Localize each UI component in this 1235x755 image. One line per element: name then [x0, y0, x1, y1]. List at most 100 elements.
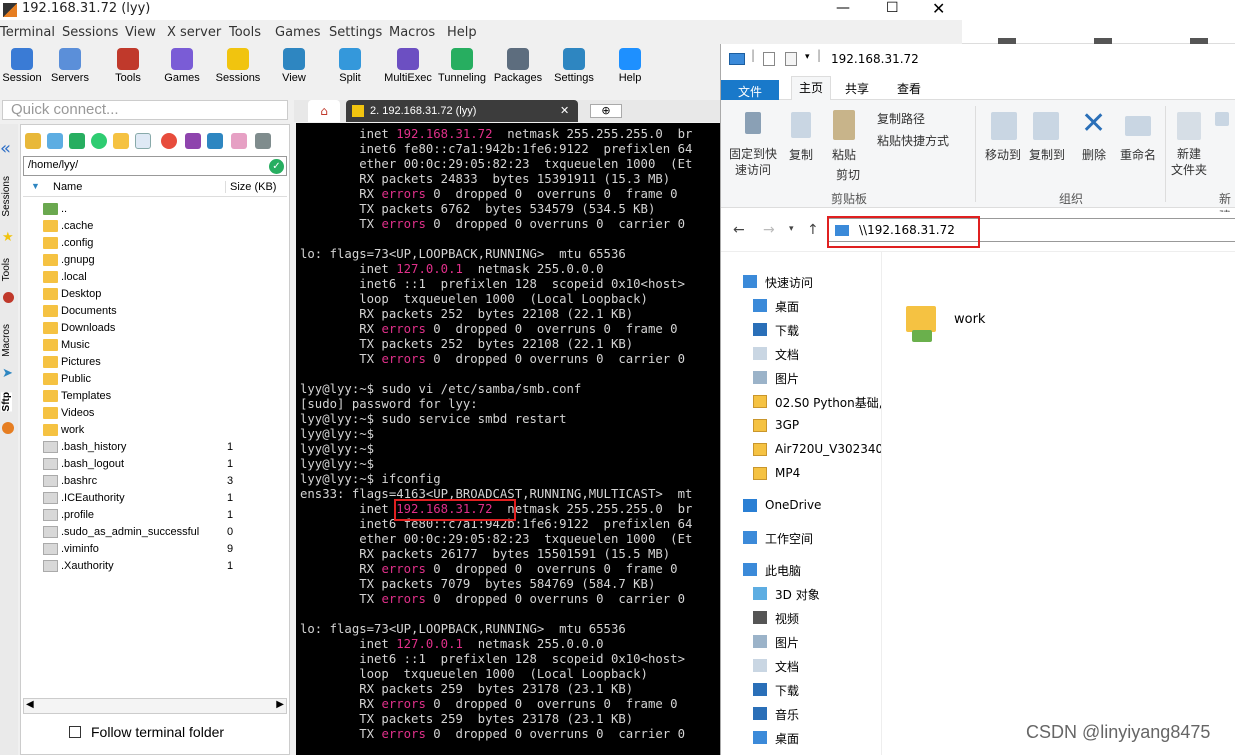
- scroll-right-icon[interactable]: ▶: [276, 699, 284, 710]
- side-tab-macros[interactable]: Macros: [1, 324, 12, 357]
- paste-shortcut-button[interactable]: 粘贴快捷方式: [877, 132, 977, 149]
- nav-item[interactable]: 3D 对象: [745, 584, 881, 604]
- recent-dropdown-icon[interactable]: ▾: [789, 224, 794, 234]
- quick-connect-input[interactable]: Quick connect...: [2, 100, 288, 120]
- toolbar-button-tools[interactable]: Tools: [100, 44, 156, 84]
- new-folder-quick-icon[interactable]: [785, 52, 797, 66]
- cut-button[interactable]: 剪切: [827, 166, 869, 183]
- delete-button[interactable]: 删除: [1077, 146, 1111, 163]
- menu-settings[interactable]: Settings: [329, 25, 382, 40]
- nav-item[interactable]: 桌面📌: [745, 296, 881, 316]
- pin-quick-access-button[interactable]: 固定到快 速访问: [727, 146, 779, 178]
- menu-terminal[interactable]: Terminal: [0, 25, 55, 40]
- ribbon-tab-share[interactable]: 共享: [845, 80, 869, 97]
- menu-games[interactable]: Games: [275, 25, 320, 40]
- list-item[interactable]: .bashrc 3: [41, 473, 287, 490]
- nav-item[interactable]: 文档📌: [745, 344, 881, 364]
- list-item[interactable]: work: [41, 422, 287, 439]
- column-name[interactable]: Name: [53, 181, 82, 193]
- toolbar-button-packages[interactable]: Packages: [490, 44, 546, 84]
- list-item[interactable]: .bash_history 1: [41, 439, 287, 456]
- move-to-button[interactable]: 移动到: [981, 146, 1025, 163]
- nav-item[interactable]: 快速访问: [735, 272, 871, 292]
- menu-sessions[interactable]: Sessions: [62, 25, 118, 40]
- maximize-button[interactable]: ☐: [886, 0, 899, 16]
- forward-arrow-icon[interactable]: →: [763, 222, 775, 238]
- menu-macros[interactable]: Macros: [389, 25, 435, 40]
- side-tab-tools[interactable]: Tools: [1, 258, 12, 281]
- tab-close-icon[interactable]: ✕: [560, 100, 569, 122]
- list-item[interactable]: .config: [41, 235, 287, 252]
- ribbon-tab-home[interactable]: 主页: [791, 76, 831, 100]
- upload-icon[interactable]: [69, 133, 85, 149]
- nav-item[interactable]: Air720U_V302340_: [745, 440, 881, 460]
- list-item[interactable]: .sudo_as_admin_successful 0: [41, 524, 287, 541]
- toolbar-button-games[interactable]: Games: [154, 44, 210, 84]
- home-tab[interactable]: ⌂: [308, 100, 340, 122]
- list-item[interactable]: .cache: [41, 218, 287, 235]
- menu-xserver[interactable]: X server: [167, 25, 221, 40]
- list-item[interactable]: Videos: [41, 405, 287, 422]
- delete-icon[interactable]: [161, 133, 177, 149]
- copy-button[interactable]: 复制: [787, 146, 815, 163]
- list-item[interactable]: Music: [41, 337, 287, 354]
- toolbar-button-multiexec[interactable]: MultiExec: [380, 44, 436, 84]
- new-file-icon[interactable]: [135, 133, 151, 149]
- nav-item[interactable]: 下载: [745, 680, 881, 700]
- toolbar-button-tunneling[interactable]: Tunneling: [434, 44, 490, 84]
- list-item[interactable]: .gnupg: [41, 252, 287, 269]
- up-arrow-icon[interactable]: ↑: [807, 222, 819, 238]
- toolbar-button-sessions[interactable]: Sessions: [210, 44, 266, 84]
- permissions-icon[interactable]: [207, 133, 223, 149]
- new-folder-icon[interactable]: [113, 133, 129, 149]
- new-folder-button[interactable]: 新建 文件夹: [1169, 146, 1209, 178]
- customize-dropdown-icon[interactable]: ▾: [805, 52, 810, 62]
- list-item[interactable]: Public: [41, 371, 287, 388]
- sftp-path-input[interactable]: /home/lyy/ ✓: [23, 156, 287, 176]
- toolbar-button-settings[interactable]: Settings: [546, 44, 602, 84]
- list-item[interactable]: .bash_logout 1: [41, 456, 287, 473]
- list-item[interactable]: Desktop: [41, 286, 287, 303]
- list-item[interactable]: Templates: [41, 388, 287, 405]
- copy-path-button[interactable]: 复制路径: [877, 110, 947, 127]
- new-tab-button[interactable]: ⊕: [590, 104, 622, 118]
- list-item[interactable]: Documents: [41, 303, 287, 320]
- column-size[interactable]: Size (KB): [225, 181, 276, 193]
- nav-item[interactable]: 3GP: [745, 416, 881, 436]
- side-tab-sftp[interactable]: Sftp: [1, 392, 12, 412]
- rename-button[interactable]: 重命名: [1115, 146, 1161, 163]
- nav-item[interactable]: 桌面: [745, 728, 881, 748]
- menu-view[interactable]: View: [125, 25, 156, 40]
- paste-button[interactable]: 粘贴: [827, 146, 861, 163]
- check-icon[interactable]: ✓: [269, 159, 284, 174]
- refresh-icon[interactable]: [91, 133, 107, 149]
- nav-item[interactable]: 此电脑: [735, 560, 871, 580]
- list-item[interactable]: ..: [41, 201, 287, 218]
- copy-to-button[interactable]: 复制到: [1025, 146, 1069, 163]
- list-item[interactable]: .ICEauthority 1: [41, 490, 287, 507]
- session-tab[interactable]: 2. 192.168.31.72 (lyy) ✕: [346, 100, 578, 122]
- ribbon-tab-view[interactable]: 查看: [897, 80, 921, 97]
- nav-item[interactable]: 图片: [745, 632, 881, 652]
- collapse-chevron-icon[interactable]: «: [0, 138, 11, 159]
- nav-item[interactable]: 工作空间: [735, 528, 871, 548]
- minimize-button[interactable]: —: [836, 0, 850, 16]
- toolbar-button-servers[interactable]: Servers: [42, 44, 98, 84]
- menu-tools[interactable]: Tools: [229, 25, 261, 40]
- nav-item[interactable]: 图片📌: [745, 368, 881, 388]
- nav-item[interactable]: 音乐: [745, 704, 881, 724]
- close-button[interactable]: ✕: [932, 0, 945, 18]
- tool-icon[interactable]: [231, 133, 247, 149]
- follow-checkbox[interactable]: [69, 726, 81, 738]
- back-arrow-icon[interactable]: ←: [733, 222, 745, 238]
- toolbar-button-split[interactable]: Split: [322, 44, 378, 84]
- download-icon[interactable]: [47, 133, 63, 149]
- list-item[interactable]: .profile 1: [41, 507, 287, 524]
- list-item[interactable]: .local: [41, 269, 287, 286]
- list-item[interactable]: .Xauthority 1: [41, 558, 287, 575]
- upload-folder-icon[interactable]: [25, 133, 41, 149]
- list-item[interactable]: .viminfo 9: [41, 541, 287, 558]
- terminal[interactable]: inet 192.168.31.72 netmask 255.255.255.0…: [296, 123, 720, 755]
- scroll-left-icon[interactable]: ◀: [26, 699, 34, 710]
- properties-icon[interactable]: [763, 52, 775, 66]
